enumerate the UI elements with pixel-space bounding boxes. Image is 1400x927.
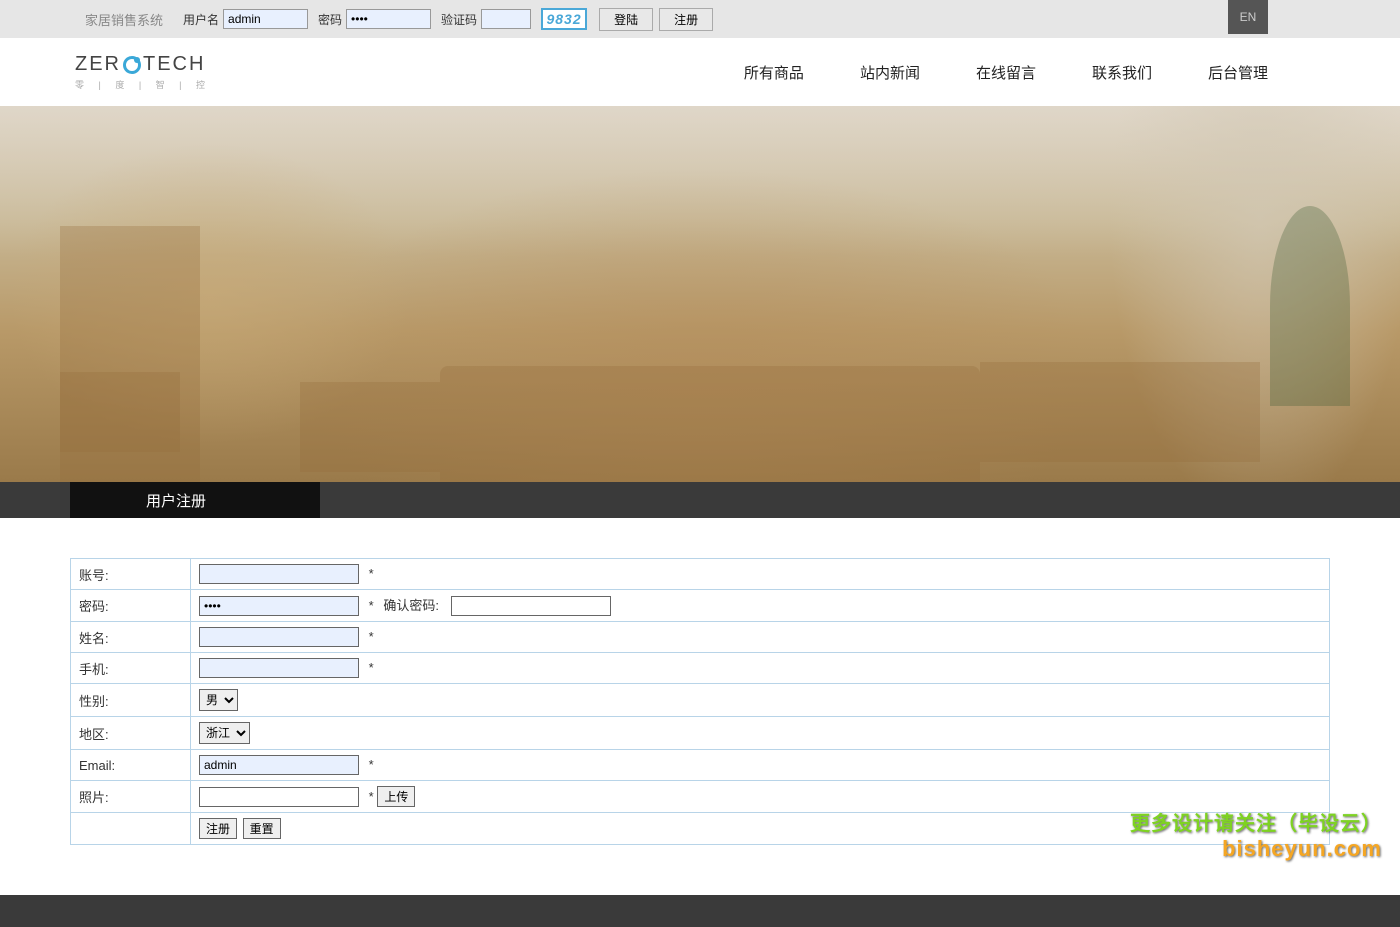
submit-button[interactable]: 注册 xyxy=(199,818,237,839)
main-header: ZER TECH 零 | 度 | 智 | 控 所有商品 站内新闻 在线留言 联系… xyxy=(0,38,1400,106)
register-form-table: 账号: * 密码: * 确认密码: 姓名: * 手机: xyxy=(70,558,1330,845)
email-input[interactable] xyxy=(199,755,359,775)
nav-contact[interactable]: 联系我们 xyxy=(1092,62,1152,83)
region-label: 地区: xyxy=(71,717,191,750)
password-input[interactable] xyxy=(346,9,431,29)
username-input[interactable] xyxy=(223,9,308,29)
captcha-image[interactable]: 9832 xyxy=(541,8,587,30)
required-mark: * xyxy=(369,789,374,804)
email-label: Email: xyxy=(71,750,191,781)
account-input[interactable] xyxy=(199,564,359,584)
captcha-label: 验证码 xyxy=(441,11,477,28)
required-mark: * xyxy=(369,660,374,675)
phone-input[interactable] xyxy=(199,658,359,678)
gender-label: 性别: xyxy=(71,684,191,717)
form-password-label: 密码: xyxy=(71,590,191,622)
required-mark: * xyxy=(369,757,374,772)
password-label: 密码 xyxy=(318,11,342,28)
nav-news[interactable]: 站内新闻 xyxy=(860,62,920,83)
region-select[interactable]: 浙江 xyxy=(199,722,250,744)
logo-text-left: ZER xyxy=(75,53,121,76)
top-login-bar: 家居销售系统 用户名 密码 验证码 9832 登陆 注册 EN xyxy=(0,0,1400,38)
confirm-password-label: 确认密码: xyxy=(383,598,439,613)
actions-label-cell xyxy=(71,813,191,845)
system-title: 家居销售系统 xyxy=(85,10,163,29)
logo: ZER TECH 零 | 度 | 智 | 控 xyxy=(75,53,211,91)
upload-button[interactable]: 上传 xyxy=(377,786,415,807)
main-nav: 所有商品 站内新闻 在线留言 联系我们 后台管理 xyxy=(744,62,1268,83)
account-label: 账号: xyxy=(71,559,191,590)
nav-all-products[interactable]: 所有商品 xyxy=(744,62,804,83)
required-mark: * xyxy=(369,598,374,613)
captcha-input[interactable] xyxy=(481,9,531,29)
required-mark: * xyxy=(369,629,374,644)
required-mark: * xyxy=(369,566,374,581)
logo-o-icon xyxy=(123,56,141,74)
section-title: 用户注册 xyxy=(70,482,320,518)
footer-strip xyxy=(0,895,1400,927)
username-label: 用户名 xyxy=(183,11,219,28)
section-title-bar: 用户注册 xyxy=(0,482,1400,518)
name-label: 姓名: xyxy=(71,622,191,653)
hero-banner xyxy=(0,106,1400,482)
photo-path-input[interactable] xyxy=(199,787,359,807)
nav-message[interactable]: 在线留言 xyxy=(976,62,1036,83)
photo-label: 照片: xyxy=(71,781,191,813)
login-button[interactable]: 登陆 xyxy=(599,8,653,31)
gender-select[interactable]: 男 xyxy=(199,689,238,711)
register-form-area: 账号: * 密码: * 确认密码: 姓名: * 手机: xyxy=(0,518,1400,875)
phone-label: 手机: xyxy=(71,653,191,684)
name-input[interactable] xyxy=(199,627,359,647)
language-switch[interactable]: EN xyxy=(1228,0,1268,34)
logo-subtitle: 零 | 度 | 智 | 控 xyxy=(75,78,211,91)
register-button[interactable]: 注册 xyxy=(659,8,713,31)
nav-admin[interactable]: 后台管理 xyxy=(1208,62,1268,83)
logo-text-right: TECH xyxy=(143,53,205,76)
reset-button[interactable]: 重置 xyxy=(243,818,281,839)
form-password-input[interactable] xyxy=(199,596,359,616)
confirm-password-input[interactable] xyxy=(451,596,611,616)
